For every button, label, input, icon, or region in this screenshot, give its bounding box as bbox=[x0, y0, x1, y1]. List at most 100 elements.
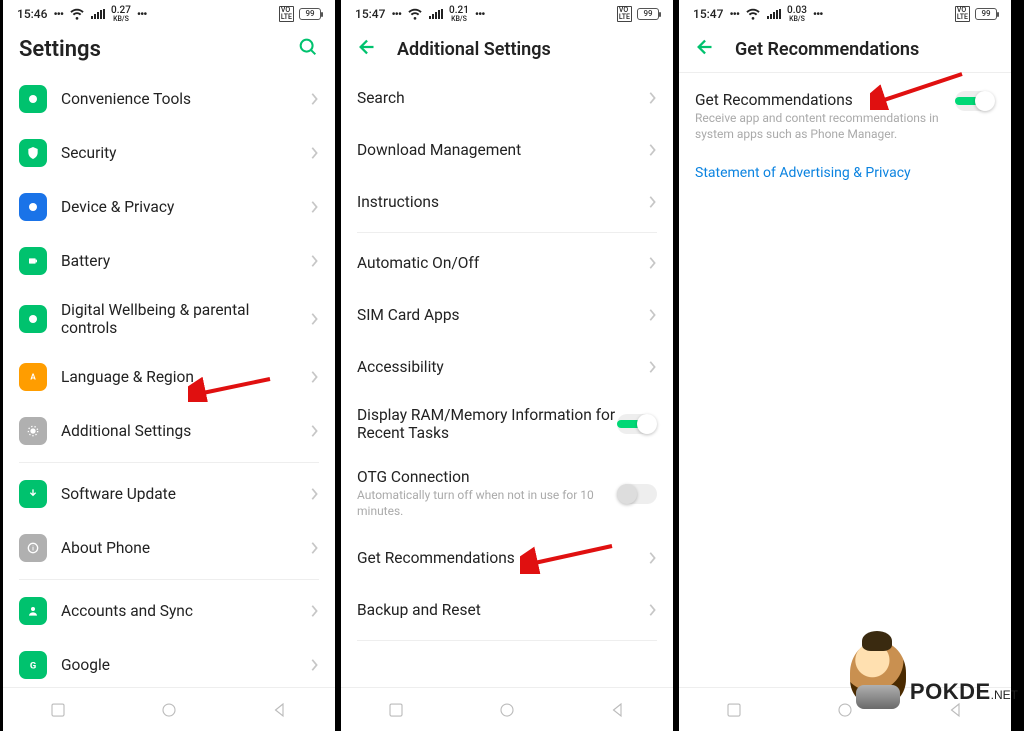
wifi-icon bbox=[69, 5, 85, 24]
settings-item-language[interactable]: A Language & Region bbox=[3, 350, 335, 404]
status-bar: 15:47 ••• 0.21KB/S ••• VOLTE 99 bbox=[341, 0, 673, 28]
toggle-sub: Receive app and content recommendations … bbox=[695, 111, 955, 142]
back-arrow-icon[interactable] bbox=[357, 36, 379, 62]
additional-list: Search Download Management Instructions Aut… bbox=[341, 72, 673, 687]
additional-item[interactable]: Accessibility bbox=[341, 341, 673, 393]
settings-icon bbox=[19, 417, 47, 445]
settings-item-about[interactable]: i About Phone bbox=[3, 521, 335, 575]
additional-item[interactable]: Download Management bbox=[341, 124, 673, 176]
screen-settings: 15:46 ••• 0.27KB/S ••• VOLTE 99 Settings… bbox=[0, 0, 338, 731]
settings-item-label: Battery bbox=[61, 252, 309, 270]
wellbeing-icon bbox=[19, 305, 47, 333]
language-icon: A bbox=[19, 363, 47, 391]
settings-item-battery[interactable]: Battery bbox=[3, 234, 335, 288]
settings-item-label: Software Update bbox=[61, 485, 309, 503]
settings-item-tools[interactable]: Convenience Tools bbox=[3, 72, 335, 126]
status-time: 15:47 bbox=[355, 7, 385, 21]
additional-item[interactable]: SIM Card Apps bbox=[341, 289, 673, 341]
privacy-statement-link[interactable]: Statement of Advertising & Privacy bbox=[679, 155, 1011, 191]
additional-item-label: Download Management bbox=[357, 141, 647, 159]
settings-item-label: About Phone bbox=[61, 539, 309, 557]
watermark-text: POKDE bbox=[910, 679, 991, 704]
status-dots-icon: ••• bbox=[475, 7, 485, 21]
accounts-icon bbox=[19, 597, 47, 625]
toggle-switch[interactable] bbox=[617, 484, 657, 504]
settings-item-label: Security bbox=[61, 144, 309, 162]
additional-item-label: OTG Connection bbox=[357, 468, 617, 486]
volte-icon: VOLTE bbox=[279, 6, 294, 22]
toggle-label: Get Recommendations bbox=[695, 91, 955, 109]
settings-item-shield[interactable]: Security bbox=[3, 126, 335, 180]
status-speed: 0.21KB/S bbox=[449, 6, 469, 23]
status-bar: 15:46 ••• 0.27KB/S ••• VOLTE 99 bbox=[3, 0, 335, 28]
settings-item-wellbeing[interactable]: Digital Wellbeing & parental controls bbox=[3, 288, 335, 350]
settings-item-settings[interactable]: Additional Settings bbox=[3, 404, 335, 458]
wifi-icon bbox=[407, 5, 423, 24]
additional-item-label: Search bbox=[357, 89, 647, 107]
page-title: Settings bbox=[19, 37, 279, 62]
softkeys bbox=[341, 687, 673, 731]
recent-button[interactable] bbox=[18, 701, 98, 719]
page-title: Additional Settings bbox=[397, 39, 657, 60]
back-button[interactable] bbox=[578, 701, 658, 719]
page-header: Settings bbox=[3, 28, 335, 72]
additional-item-label: Backup and Reset bbox=[357, 601, 647, 619]
additional-item-label: Display RAM/Memory Information for Recen… bbox=[357, 406, 617, 442]
status-dots-icon: ••• bbox=[813, 7, 823, 21]
settings-list: Convenience Tools Security Device & Privac… bbox=[3, 72, 335, 687]
recent-button[interactable] bbox=[356, 701, 436, 719]
screen-get-recommendations: 15:47 ••• 0.03KB/S ••• VOLTE 99 Get Reco… bbox=[676, 0, 1014, 731]
update-icon bbox=[19, 480, 47, 508]
google-icon: G bbox=[19, 651, 47, 679]
settings-item-label: Language & Region bbox=[61, 368, 309, 386]
tools-icon bbox=[19, 85, 47, 113]
additional-item-label: Get Recommendations bbox=[357, 549, 647, 567]
status-time: 15:46 bbox=[17, 7, 47, 21]
additional-item[interactable]: Get Recommendations bbox=[341, 532, 673, 584]
additional-item[interactable]: Search bbox=[341, 72, 673, 124]
additional-item[interactable]: Instructions bbox=[341, 176, 673, 228]
recent-button[interactable] bbox=[694, 701, 774, 719]
battery-icon: 99 bbox=[975, 8, 997, 20]
settings-item-label: Accounts and Sync bbox=[61, 602, 309, 620]
about-icon: i bbox=[19, 534, 47, 562]
home-button[interactable] bbox=[129, 701, 209, 719]
get-recommendations-toggle-row[interactable]: Get Recommendations Receive app and cont… bbox=[679, 73, 1011, 155]
svg-text:G: G bbox=[30, 660, 36, 671]
search-button[interactable] bbox=[297, 36, 319, 62]
toggle-switch[interactable] bbox=[617, 414, 657, 434]
toggle-switch[interactable] bbox=[955, 91, 995, 111]
additional-item-label: Automatic On/Off bbox=[357, 254, 647, 272]
settings-item-update[interactable]: Software Update bbox=[3, 467, 335, 521]
settings-item-google[interactable]: GGoogle bbox=[3, 638, 335, 687]
cell-icon bbox=[767, 9, 781, 19]
settings-item-label: Convenience Tools bbox=[61, 90, 309, 108]
wifi-icon bbox=[745, 5, 761, 24]
settings-item-accounts[interactable]: Accounts and Sync bbox=[3, 584, 335, 638]
screen-additional-settings: 15:47 ••• 0.21KB/S ••• VOLTE 99 Addition… bbox=[338, 0, 676, 731]
additional-item-label: SIM Card Apps bbox=[357, 306, 647, 324]
back-arrow-icon[interactable] bbox=[695, 36, 717, 62]
recommendations-content: Get Recommendations Receive app and cont… bbox=[679, 73, 1011, 687]
status-speed: 0.27KB/S bbox=[111, 6, 131, 23]
additional-item[interactable]: Automatic On/Off bbox=[341, 237, 673, 289]
battery-icon: 99 bbox=[637, 8, 659, 20]
privacy-icon bbox=[19, 193, 47, 221]
settings-item-label: Additional Settings bbox=[61, 422, 309, 440]
additional-item[interactable]: Display RAM/Memory Information for Recen… bbox=[341, 393, 673, 455]
volte-icon: VOLTE bbox=[955, 6, 970, 22]
additional-item-label: Instructions bbox=[357, 193, 647, 211]
status-dots-icon: ••• bbox=[729, 7, 739, 21]
status-dots-icon: ••• bbox=[391, 7, 401, 21]
status-dots-icon: ••• bbox=[53, 7, 63, 21]
mascot-icon bbox=[850, 641, 906, 705]
settings-item-privacy[interactable]: Device & Privacy bbox=[3, 180, 335, 234]
additional-item[interactable]: OTG ConnectionAutomatically turn off whe… bbox=[341, 455, 673, 532]
home-button[interactable] bbox=[467, 701, 547, 719]
page-title: Get Recommendations bbox=[735, 39, 995, 60]
back-button[interactable] bbox=[240, 701, 320, 719]
status-time: 15:47 bbox=[693, 7, 723, 21]
cell-icon bbox=[91, 9, 105, 19]
watermark-suffix: .NET bbox=[991, 688, 1018, 702]
additional-item[interactable]: Backup and Reset bbox=[341, 584, 673, 636]
